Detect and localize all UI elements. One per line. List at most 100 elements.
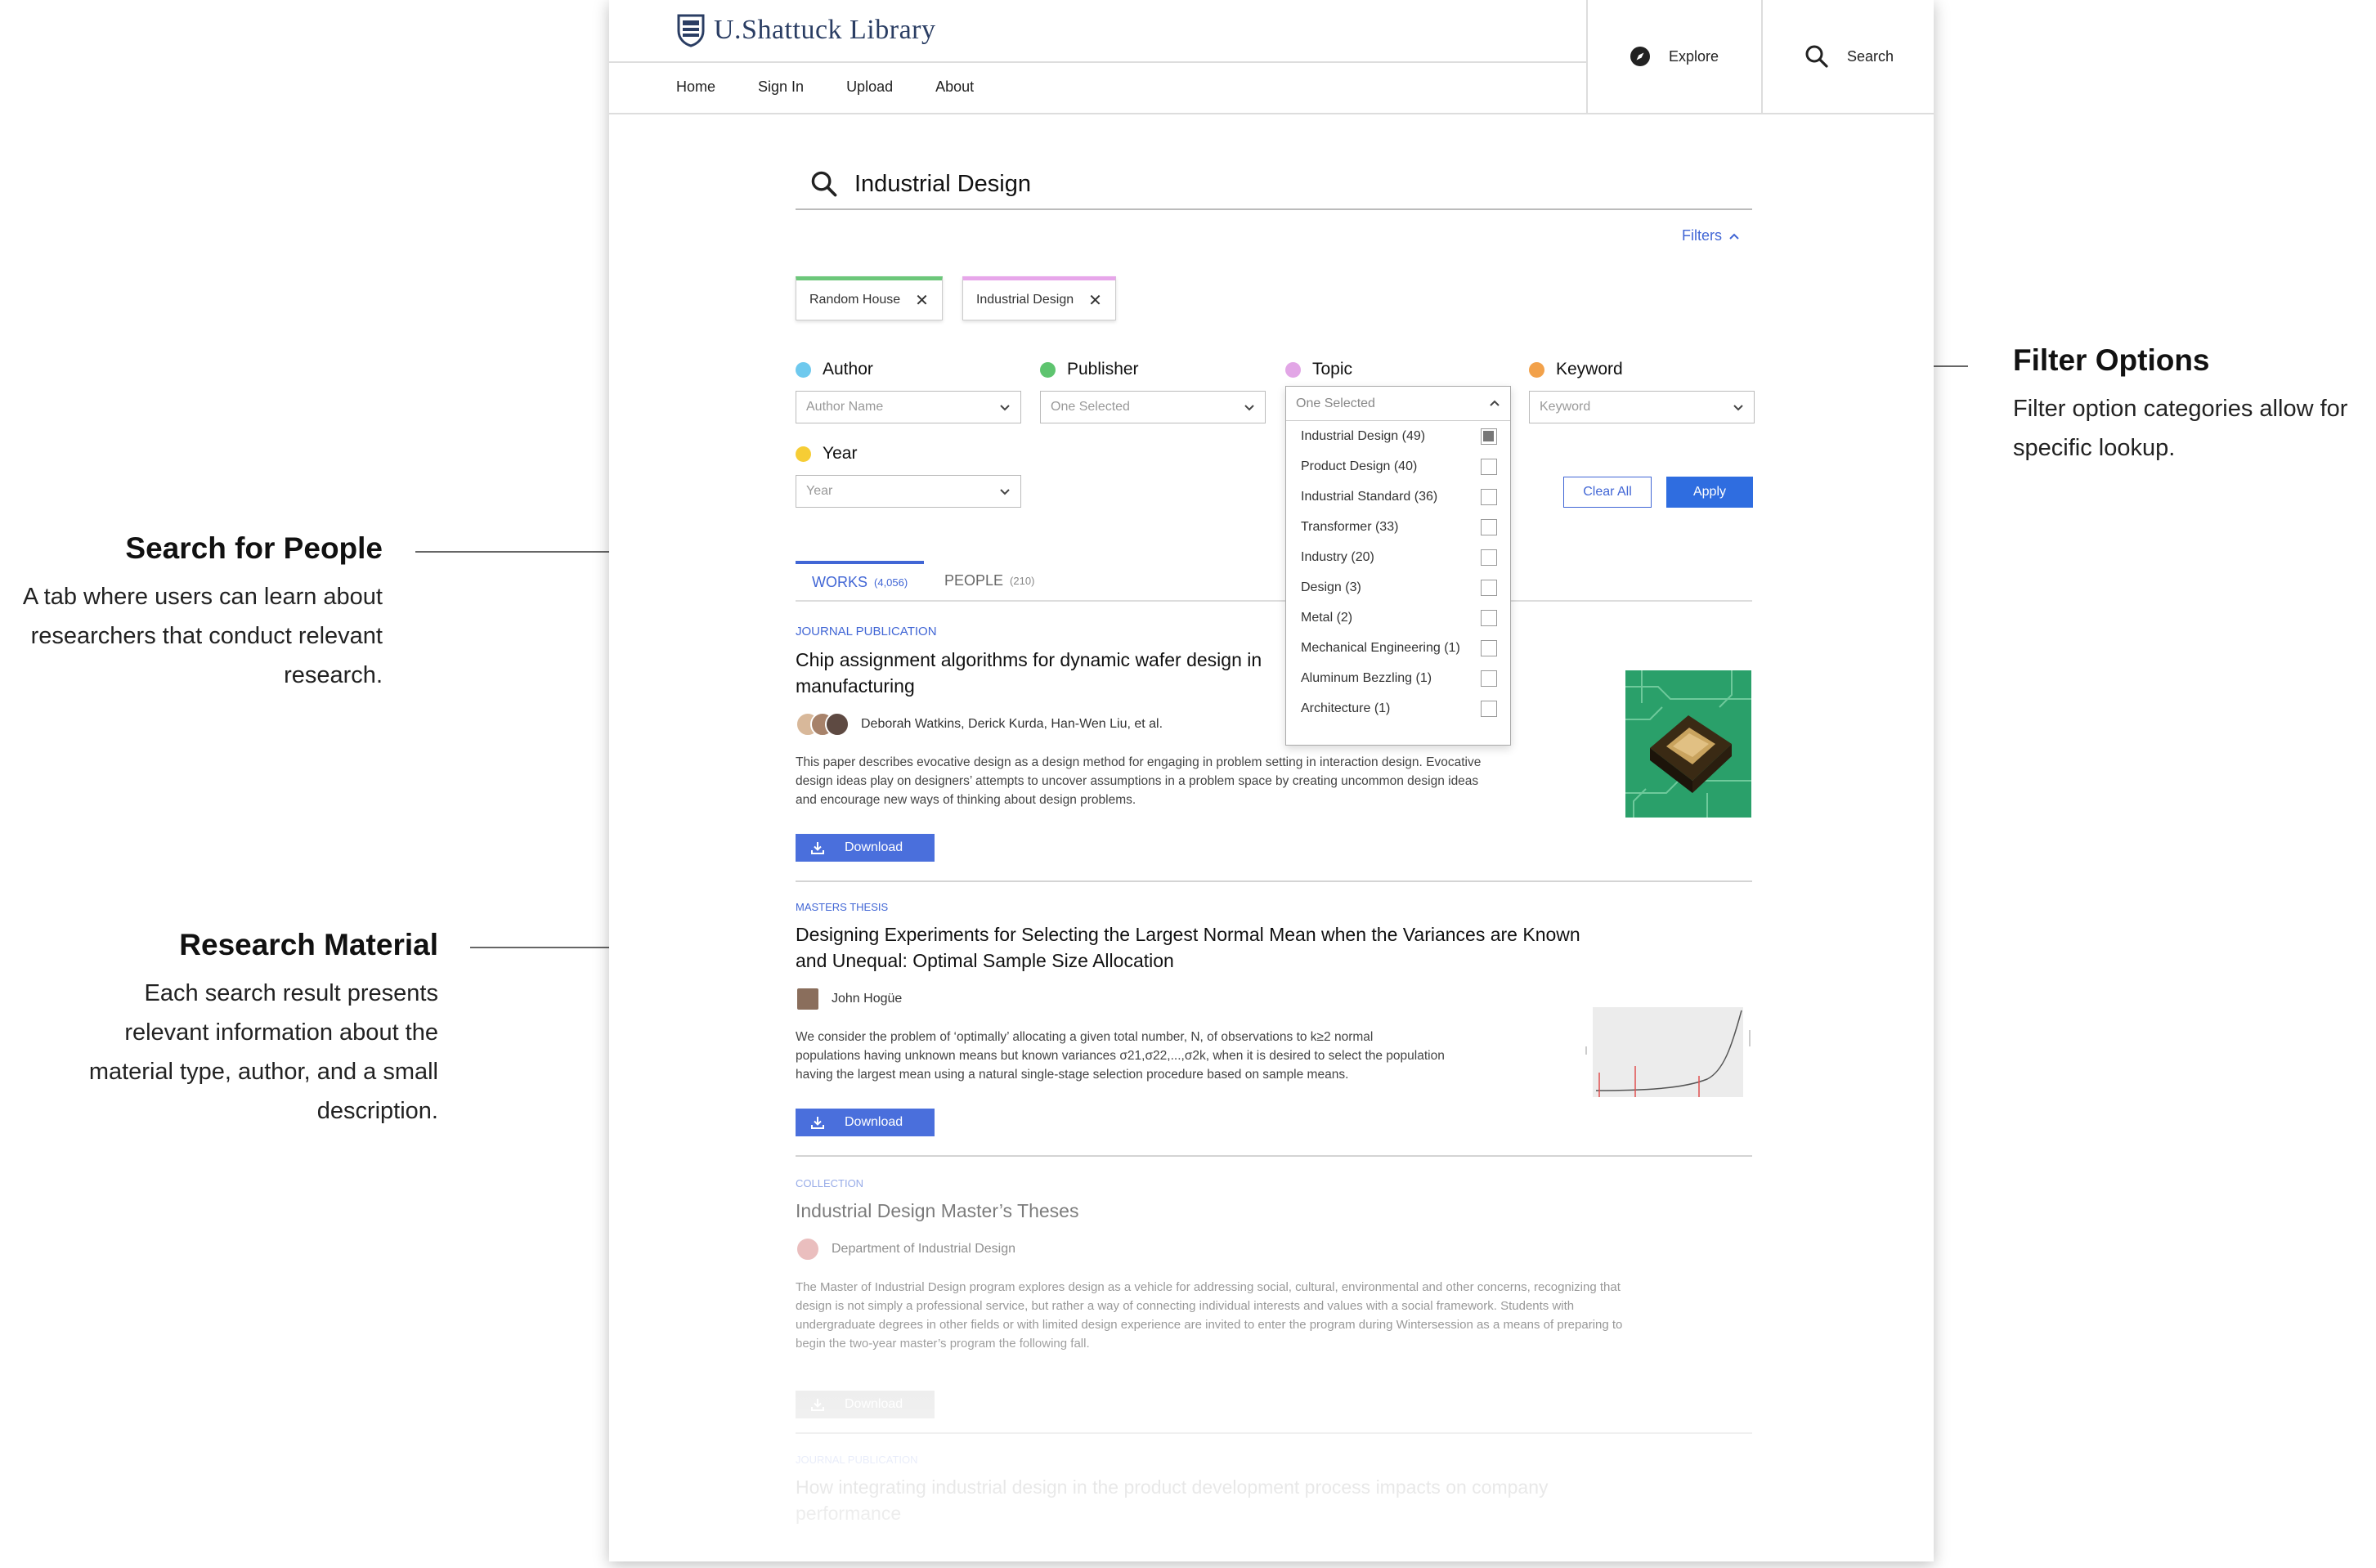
checkbox[interactable] xyxy=(1481,488,1497,505)
result-title[interactable]: Chip assignment algorithms for dynamic w… xyxy=(796,647,1286,699)
topic-option[interactable]: Industry (20) xyxy=(1286,542,1510,572)
clear-all-button[interactable]: Clear All xyxy=(1563,477,1652,508)
checkbox[interactable] xyxy=(1481,549,1497,566)
explore-label: Explore xyxy=(1668,47,1719,65)
library-page: U.Shattuck Library Home Sign In Upload A… xyxy=(609,0,1934,1561)
material-type: JOURNAL PUBLICATION xyxy=(796,1454,918,1466)
search-input[interactable]: Industrial Design xyxy=(854,171,1031,198)
nav-about[interactable]: About xyxy=(935,78,974,96)
chip-label: Random House xyxy=(809,293,901,307)
avatar[interactable] xyxy=(825,712,850,737)
result-description: We consider the problem of ‘optimally’ a… xyxy=(796,1030,1445,1082)
topic-option[interactable]: Industrial Standard (36) xyxy=(1286,482,1510,512)
keyword-filter: Keyword Keyword xyxy=(1529,360,1755,423)
chevron-down-icon xyxy=(1000,404,1010,410)
main-nav: Home Sign In Upload About xyxy=(676,78,974,96)
chip-label: Industrial Design xyxy=(975,293,1074,307)
compass-icon xyxy=(1630,47,1650,66)
divider xyxy=(609,61,1586,63)
result-authors: Deborah Watkins, Derick Kurda, Han-Wen L… xyxy=(796,712,1752,737)
year-dot xyxy=(796,446,811,462)
search-bar[interactable]: Industrial Design xyxy=(796,159,1752,210)
result-title[interactable]: How integrating industrial design in the… xyxy=(796,1474,1752,1526)
chevron-up-icon xyxy=(1490,400,1500,406)
nav-home[interactable]: Home xyxy=(676,78,715,96)
result-description: This paper describes evocative design as… xyxy=(796,755,1482,807)
filter-chip[interactable]: Random House ✕ xyxy=(796,276,943,320)
chevron-down-icon xyxy=(1000,488,1010,495)
result-authors: Department of Industrial Design xyxy=(796,1237,1752,1261)
author-select[interactable]: Author Name xyxy=(796,391,1021,423)
result-item: COLLECTION Industrial Design Master’s Th… xyxy=(796,1177,1752,1418)
topic-option[interactable]: Mechanical Engineering (1) xyxy=(1286,633,1510,663)
avatar[interactable] xyxy=(796,987,820,1011)
topic-option[interactable]: Design (3) xyxy=(1286,572,1510,603)
search-nav-label: Search xyxy=(1846,47,1894,65)
filter-label: Keyword xyxy=(1556,360,1623,379)
topic-option[interactable]: Metal (2) xyxy=(1286,603,1510,633)
topic-option[interactable]: Transformer (33) xyxy=(1286,512,1510,542)
checkbox[interactable] xyxy=(1481,639,1497,656)
filter-label: Publisher xyxy=(1067,360,1139,379)
result-description: The Master of Industrial Design program … xyxy=(796,1280,1623,1351)
tab-works[interactable]: WORKS (4,056) xyxy=(796,561,925,600)
nav-upload[interactable]: Upload xyxy=(846,78,893,96)
result-item: JOURNAL PUBLICATION How integrating indu… xyxy=(796,1454,1752,1526)
checkbox[interactable] xyxy=(1481,518,1497,535)
topic-option[interactable]: Aluminum Bezzling (1) xyxy=(1286,663,1510,693)
nav-sign-in[interactable]: Sign In xyxy=(758,78,804,96)
download-button[interactable]: Download xyxy=(796,1109,935,1136)
filter-label: Author xyxy=(823,360,873,379)
checkbox[interactable] xyxy=(1481,700,1497,717)
publisher-select[interactable]: One Selected xyxy=(1040,391,1266,423)
result-title[interactable]: Industrial Design Master’s Theses xyxy=(796,1198,1752,1224)
checkbox[interactable] xyxy=(1481,609,1497,626)
author-dot xyxy=(796,361,811,378)
plot-thumbnail-image xyxy=(1585,1006,1753,1104)
filter-chip[interactable]: Industrial Design ✕ xyxy=(962,276,1116,320)
topic-option[interactable]: Industrial Design (49) xyxy=(1286,421,1510,451)
chip-thumbnail-image xyxy=(1625,670,1751,818)
divider xyxy=(796,880,1752,882)
checkbox[interactable] xyxy=(1481,428,1497,445)
divider xyxy=(796,1432,1752,1434)
checkbox[interactable] xyxy=(1481,670,1497,687)
brand[interactable]: U.Shattuck Library xyxy=(676,13,936,47)
filter-label: Topic xyxy=(1312,360,1353,379)
download-button[interactable]: Download xyxy=(796,834,935,862)
topic-dropdown[interactable]: One Selected Industrial Design (49) Prod… xyxy=(1285,386,1511,746)
topic-select[interactable]: One Selected xyxy=(1286,387,1510,421)
divider xyxy=(796,1155,1752,1157)
tab-people[interactable]: PEOPLE (210) xyxy=(928,561,1051,600)
topic-dot xyxy=(1285,361,1301,378)
year-select[interactable]: Year xyxy=(796,475,1021,508)
chevron-up-icon xyxy=(1729,233,1739,240)
checkbox[interactable] xyxy=(1481,458,1497,475)
search-icon xyxy=(1805,45,1828,68)
search-nav-button[interactable]: Search xyxy=(1761,0,1934,113)
annotation-filter-options: Filter Options Filter option categories … xyxy=(2013,343,2373,468)
author-avatars xyxy=(796,712,850,737)
download-icon xyxy=(811,842,824,854)
topic-option[interactable]: Product Design (40) xyxy=(1286,451,1510,482)
avatar[interactable] xyxy=(796,1237,820,1261)
active-filter-chips: Random House ✕ Industrial Design ✕ xyxy=(796,276,1116,320)
result-tabs: WORKS (4,056) PEOPLE (210) xyxy=(796,561,1752,602)
checkbox[interactable] xyxy=(1481,579,1497,596)
result-title[interactable]: Designing Experiments for Selecting the … xyxy=(796,921,1752,974)
annotation-research-material: Research Material Each search result pre… xyxy=(16,928,438,1131)
filter-label: Year xyxy=(823,444,858,463)
download-icon xyxy=(811,1117,824,1129)
annotation-title: Research Material xyxy=(179,928,438,961)
publisher-dot xyxy=(1040,361,1056,378)
keyword-select[interactable]: Keyword xyxy=(1529,391,1755,423)
filters-toggle[interactable]: Filters xyxy=(1682,227,1740,244)
close-icon[interactable]: ✕ xyxy=(915,290,929,311)
explore-button[interactable]: Explore xyxy=(1586,0,1760,113)
apply-button[interactable]: Apply xyxy=(1666,477,1753,508)
close-icon[interactable]: ✕ xyxy=(1088,290,1102,311)
topic-option[interactable]: Architecture (1) xyxy=(1286,693,1510,724)
annotation-title: Filter Options xyxy=(2013,343,2210,377)
download-button[interactable]: Download xyxy=(796,1391,935,1418)
chevron-down-icon xyxy=(1244,404,1254,410)
